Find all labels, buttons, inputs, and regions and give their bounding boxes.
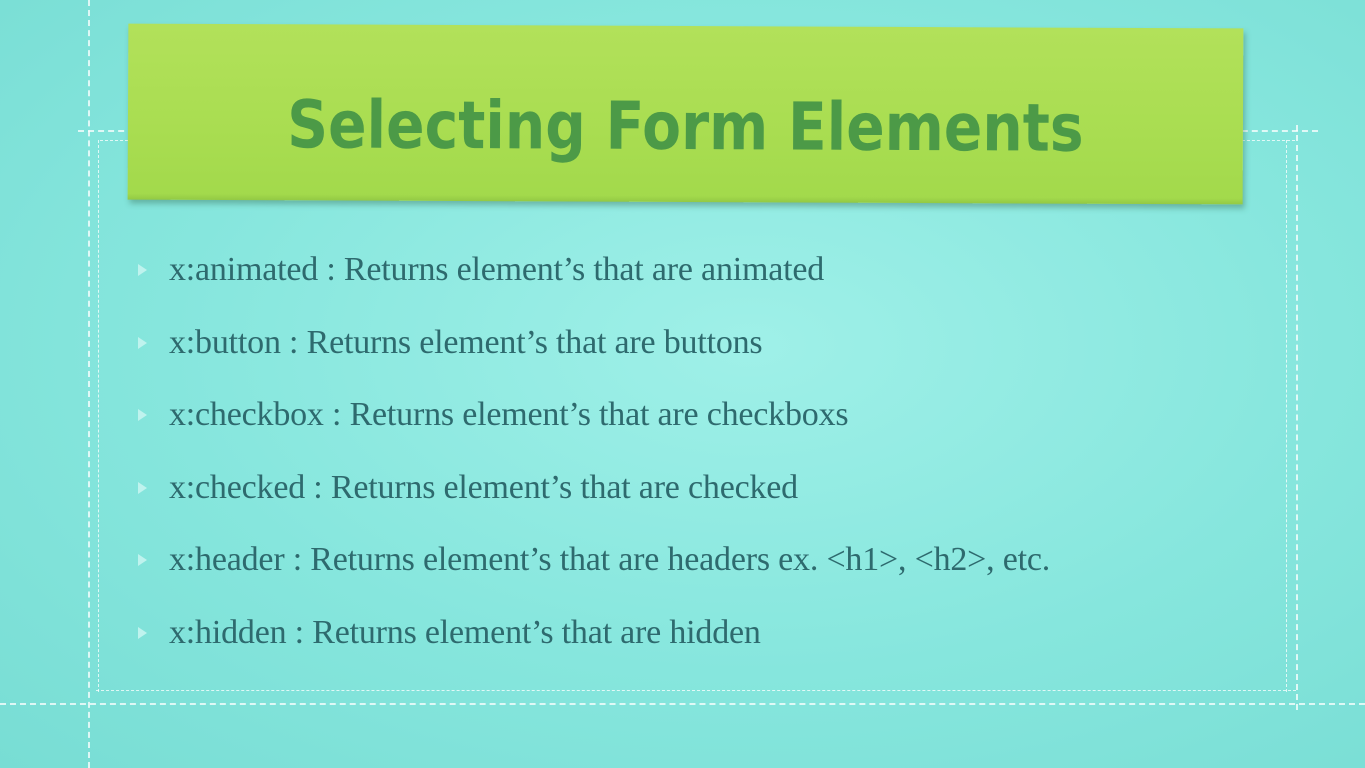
bullet-text: x:checked : Returns element’s that are c… bbox=[169, 468, 798, 506]
bullet-text: x:button : Returns element’s that are bu… bbox=[169, 323, 763, 361]
bullet-text: x:checkbox : Returns element’s that are … bbox=[169, 396, 849, 434]
triangle-bullet-icon bbox=[138, 264, 147, 276]
triangle-bullet-icon bbox=[138, 336, 147, 349]
slide-title: Selecting Form Elements bbox=[287, 86, 1084, 167]
triangle-bullet-icon bbox=[138, 554, 147, 567]
stitch-right-line bbox=[1296, 125, 1298, 710]
bullet-text: x:hidden : Returns element’s that are hi… bbox=[169, 613, 761, 651]
stitch-bottom-line bbox=[0, 703, 1365, 705]
stitch-right-inner-line bbox=[1286, 140, 1287, 692]
stitch-left-line bbox=[88, 0, 90, 768]
triangle-bullet-icon bbox=[138, 626, 147, 639]
stitch-left-inner-line bbox=[98, 140, 99, 692]
triangle-bullet-icon bbox=[138, 409, 147, 422]
stitch-bottom-inner-line bbox=[96, 690, 1296, 691]
list-item: x:animated : Returns element’s that are … bbox=[138, 248, 1050, 321]
bullet-list: x:animated : Returns element’s that are … bbox=[138, 248, 1050, 684]
bullet-text: x:animated : Returns element’s that are … bbox=[169, 251, 825, 288]
list-item: x:hidden : Returns element’s that are hi… bbox=[138, 611, 1050, 684]
title-banner: Selecting Form Elements bbox=[127, 23, 1244, 205]
list-item: x:checked : Returns element’s that are c… bbox=[138, 466, 1050, 539]
triangle-bullet-icon bbox=[138, 481, 147, 494]
list-item: x:header : Returns element’s that are he… bbox=[138, 538, 1050, 611]
list-item: x:checkbox : Returns element’s that are … bbox=[138, 393, 1050, 466]
bullet-text: x:header : Returns element’s that are he… bbox=[169, 541, 1051, 579]
list-item: x:button : Returns element’s that are bu… bbox=[138, 321, 1050, 394]
